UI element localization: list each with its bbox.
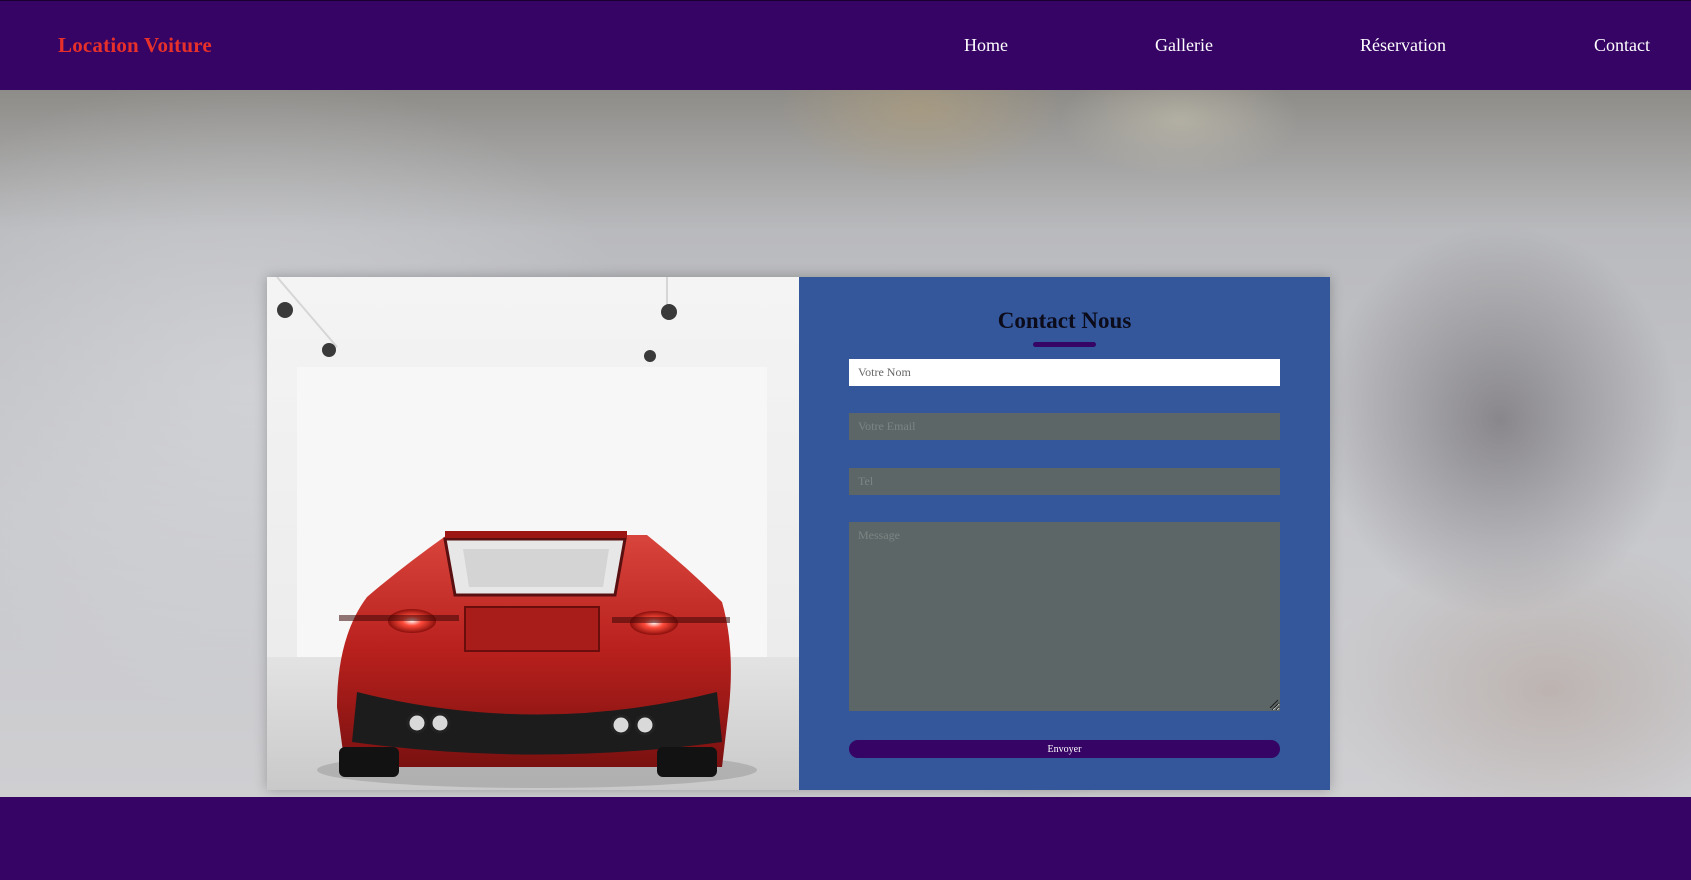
top-navbar: Location Voiture Home Gallerie Réservati… <box>0 0 1691 90</box>
email-input[interactable] <box>849 413 1280 440</box>
contact-form-title: Contact Nous <box>997 308 1132 333</box>
nav-home-link[interactable]: Home <box>964 35 1008 56</box>
submit-button[interactable]: Envoyer <box>849 740 1280 758</box>
nav-gallerie-link[interactable]: Gallerie <box>1155 35 1213 56</box>
resize-grip-icon[interactable] <box>1269 699 1278 708</box>
nav-reservation-link[interactable]: Réservation <box>1360 35 1446 56</box>
contact-card: Contact Nous Envoyer <box>267 277 1330 790</box>
brand-logo[interactable]: Location Voiture <box>58 33 212 58</box>
message-textarea[interactable] <box>849 522 1280 711</box>
contact-form-panel: Contact Nous Envoyer <box>799 277 1330 790</box>
title-underline <box>1033 342 1096 347</box>
car-photo <box>267 277 799 790</box>
nav-contact-link[interactable]: Contact <box>1594 35 1650 56</box>
name-input[interactable] <box>849 359 1280 386</box>
page-footer <box>0 797 1691 880</box>
blurred-background: Contact Nous Envoyer <box>0 90 1691 797</box>
tel-input[interactable] <box>849 468 1280 495</box>
